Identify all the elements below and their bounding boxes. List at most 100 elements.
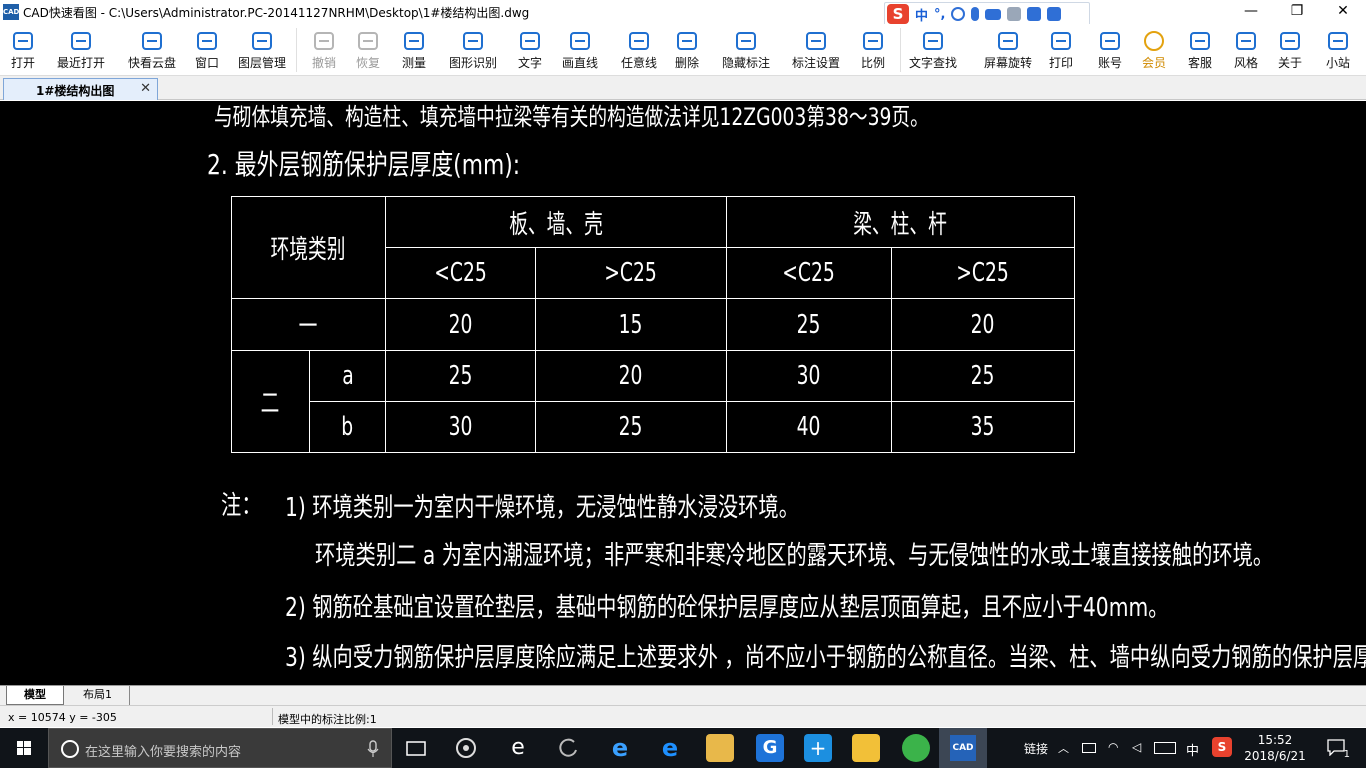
tray-link-label[interactable]: 链接 (1024, 740, 1048, 757)
cad-app-icon: CAD (950, 735, 976, 761)
pen-icon (627, 30, 651, 52)
table-cell: 40 (726, 401, 892, 453)
ime-mic-icon[interactable] (971, 7, 980, 21)
delete-button[interactable]: 删除 (666, 24, 708, 76)
table-row: b 30 25 40 35 (232, 401, 1075, 453)
dimset-label: 标注设置 (791, 56, 840, 70)
table-header-group2: 梁、柱、杆 (726, 196, 1075, 248)
shape-recognize-icon (461, 30, 485, 52)
ime-punct-toggle[interactable]: °, (934, 7, 945, 22)
open-button[interactable]: 打开 (0, 24, 46, 76)
ime-keyboard-icon[interactable] (985, 8, 1002, 20)
table-subheader: >C25 (891, 247, 1075, 299)
findtext-button[interactable]: 文字查找 (898, 24, 968, 76)
findtext-label: 文字查找 (908, 56, 957, 70)
station-button[interactable]: 小站 (1316, 24, 1360, 76)
internet-explorer-icon[interactable]: e (656, 734, 684, 762)
cursor-coordinates: x = 10574 y = -305 (8, 711, 117, 724)
maximize-button[interactable]: ❐ (1274, 0, 1320, 24)
ime-user-icon[interactable] (1007, 7, 1022, 21)
ime-emoji-icon[interactable] (951, 7, 966, 21)
line-button[interactable]: 画直线 (556, 24, 604, 76)
ime-skin-icon[interactable] (1027, 7, 1042, 21)
start-button[interactable] (0, 728, 48, 768)
taskbar-search-box[interactable]: 在这里输入你要搜索的内容 (48, 728, 392, 768)
printer-icon (1049, 30, 1073, 52)
redo-button[interactable]: 恢复 (348, 24, 388, 76)
file-explorer-icon[interactable] (706, 734, 734, 762)
recent-button[interactable]: 最近打开 (52, 24, 110, 76)
swirl-app-icon[interactable] (554, 734, 582, 762)
plus-app-icon[interactable]: + (804, 734, 832, 762)
notes-app-icon[interactable] (852, 734, 880, 762)
mic-icon[interactable] (367, 740, 379, 758)
ime-tools-icon[interactable] (1047, 7, 1062, 21)
volume-icon[interactable]: ◁ (1132, 740, 1141, 754)
clock-time: 15:52 (1257, 733, 1293, 747)
edge-icon[interactable]: e (606, 734, 634, 762)
document-tab-title: 1#楼结构出图 (36, 84, 115, 98)
hide-button[interactable]: 隐藏标注 (714, 24, 778, 76)
window-button[interactable]: 窗口 (190, 24, 224, 76)
about-button[interactable]: 关于 (1270, 24, 1310, 76)
layers-label: 图层管理 (237, 56, 286, 70)
undo-button[interactable]: 撤销 (304, 24, 344, 76)
sogou-tray-icon[interactable]: S (1212, 737, 1232, 757)
freeline-button[interactable]: 任意线 (614, 24, 664, 76)
table-cell: 25 (726, 298, 892, 351)
table-subheader: >C25 (535, 247, 727, 299)
drawing-canvas[interactable]: 与砌体填充墙、构造柱、填充墙中拉梁等有关的构造做法详见12ZG003第38～39… (0, 101, 1366, 685)
browser-g-icon[interactable]: G (756, 734, 784, 762)
table-cell-class: 二 (231, 350, 310, 453)
tray-chevron-up-icon[interactable]: ︿ (1058, 740, 1069, 756)
taskbar-clock[interactable]: 15:52 2018/6/21 (1236, 732, 1314, 764)
document-tab[interactable]: 1#楼结构出图 ✕ (3, 78, 158, 100)
k-logo-icon (1326, 30, 1350, 52)
measure-label: 测量 (401, 56, 426, 70)
layers-button[interactable]: 图层管理 (232, 24, 292, 76)
recognize-button[interactable]: 图形识别 (444, 24, 502, 76)
cloud-button[interactable]: 快看云盘 (120, 24, 184, 76)
battery-icon[interactable] (1082, 743, 1096, 753)
vip-button[interactable]: 会员 (1134, 24, 1174, 76)
drawing-heading: 2. 最外层钢筋保护层厚度(mm): (207, 148, 521, 181)
fan-app-icon[interactable] (452, 734, 480, 762)
notification-center-icon[interactable]: 1 (1326, 738, 1350, 760)
table-cell: 25 (535, 401, 727, 453)
green-app-icon[interactable] (902, 734, 930, 762)
service-button[interactable]: 客服 (1180, 24, 1220, 76)
layout-tab-model[interactable]: 模型 (6, 686, 64, 705)
table-header-env: 环境类别 (231, 196, 386, 299)
table-row: 二 a 25 20 30 25 (231, 350, 1075, 453)
document-tab-close-icon[interactable]: ✕ (140, 81, 151, 96)
wifi-icon[interactable]: ◠ (1108, 740, 1118, 754)
table-cell-subclass: b (309, 401, 386, 453)
keyboard-icon[interactable] (1154, 742, 1176, 754)
account-button[interactable]: 账号 (1090, 24, 1130, 76)
style-button[interactable]: 风格 (1226, 24, 1266, 76)
layers-icon (250, 30, 274, 52)
eraser-icon (675, 30, 699, 52)
recent-label: 最近打开 (56, 56, 105, 70)
history-icon (69, 30, 93, 52)
ime-lang-toggle[interactable]: 中 (915, 5, 928, 24)
ime-toolbar[interactable]: S 中 °, (884, 2, 1090, 26)
ime-indicator[interactable]: 中 (1186, 740, 1199, 759)
table-cell: 25 (385, 350, 536, 402)
print-button[interactable]: 打印 (1040, 24, 1082, 76)
measure-button[interactable]: 测量 (392, 24, 436, 76)
sogou-logo-icon[interactable]: S (887, 4, 909, 24)
text-button[interactable]: 文字 (510, 24, 550, 76)
rotate-button[interactable]: 屏幕旋转 (976, 24, 1040, 76)
dimset-button[interactable]: 标注设置 (784, 24, 848, 76)
window-title: CAD快速看图 - C:\Users\Administrator.PC-2014… (23, 6, 530, 20)
close-button[interactable]: ✕ (1320, 0, 1366, 24)
ie-legacy-icon[interactable]: e (504, 734, 532, 762)
task-view-icon[interactable] (402, 734, 430, 762)
layout-tab-layout1[interactable]: 布局1 (66, 686, 130, 705)
scale-button[interactable]: 比例 (852, 24, 894, 76)
table-cell: 30 (385, 401, 536, 453)
minimize-button[interactable]: — (1228, 0, 1274, 24)
taskbar-active-cad[interactable]: CAD (939, 728, 987, 768)
table-cell-subclass: a (309, 350, 386, 402)
